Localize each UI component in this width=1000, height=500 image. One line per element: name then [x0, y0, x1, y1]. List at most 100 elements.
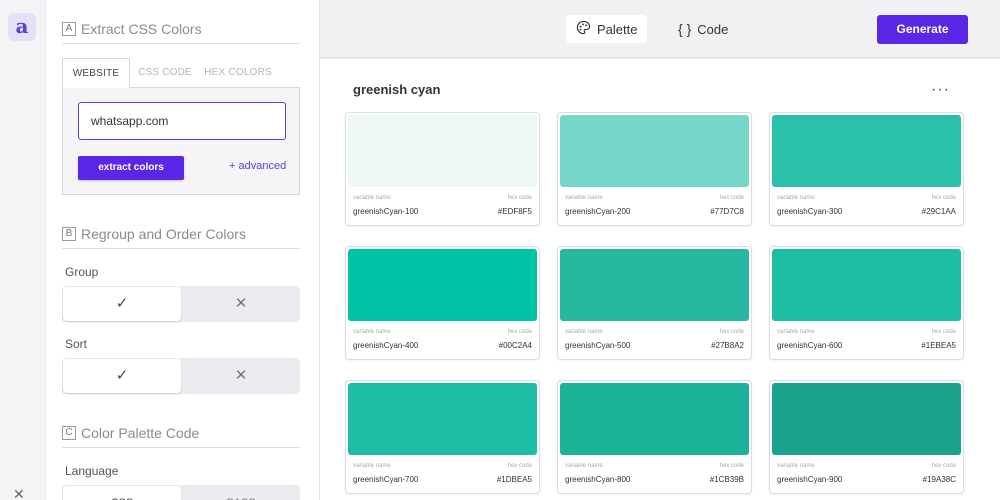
color-card[interactable]: variable name hex code greenishCyan-300 #29…	[769, 112, 964, 226]
tab-palette-label: Palette	[597, 21, 638, 37]
color-card[interactable]: variable name hex code greenishCyan-900 #19…	[769, 380, 964, 494]
variable-name[interactable]: greenishCyan-100	[353, 207, 418, 216]
sort-label: Sort	[65, 337, 88, 351]
hex-code-label: hex code	[719, 195, 744, 201]
group-yes-option[interactable]: ✓	[63, 287, 181, 321]
variable-name-label: variable name	[353, 463, 391, 469]
url-input[interactable]: whatsapp.com	[78, 102, 286, 140]
variable-name-label: variable name	[777, 195, 815, 201]
color-meta: variable name hex code greenishCyan-400 #00…	[348, 321, 537, 355]
left-rail: a ✕	[0, 0, 46, 500]
color-card[interactable]: variable name hex code greenishCyan-200 #77…	[557, 112, 752, 226]
sort-yes-option[interactable]: ✓	[63, 359, 181, 393]
close-icon: ✕	[234, 295, 248, 312]
check-icon: ✓	[115, 295, 129, 312]
hex-code[interactable]: #1EBEA5	[921, 341, 956, 350]
variable-name[interactable]: greenishCyan-600	[777, 341, 842, 350]
swatch-grid: variable name hex code greenishCyan-100 #ED…	[345, 112, 964, 494]
tab-hex-colors[interactable]: HEX COLORS	[202, 58, 274, 88]
hex-code-label: hex code	[507, 195, 532, 201]
color-swatch[interactable]	[348, 383, 537, 455]
variable-name[interactable]: greenishCyan-400	[353, 341, 418, 350]
variable-name[interactable]: greenishCyan-300	[777, 207, 842, 216]
variable-name[interactable]: greenishCyan-200	[565, 207, 630, 216]
hex-code[interactable]: #1CB39B	[710, 475, 744, 484]
hex-code-label: hex code	[507, 463, 532, 469]
color-swatch[interactable]	[348, 115, 537, 187]
app-logo[interactable]: a	[8, 13, 36, 41]
group-no-option[interactable]: ✕	[182, 286, 300, 322]
variable-name[interactable]: greenishCyan-700	[353, 475, 418, 484]
hex-code[interactable]: #19A38C	[923, 475, 956, 484]
color-swatch[interactable]	[772, 383, 961, 455]
color-meta: variable name hex code greenishCyan-600 #1E…	[772, 321, 961, 355]
sort-no-option[interactable]: ✕	[182, 358, 300, 394]
hex-code-label: hex code	[719, 329, 744, 335]
hex-code[interactable]: #1DBEA5	[497, 475, 532, 484]
sort-toggle: ✓ ✕	[62, 358, 300, 394]
hex-code-label: hex code	[719, 463, 744, 469]
tab-code-label: Code	[697, 21, 729, 37]
variable-name-label: variable name	[565, 463, 603, 469]
settings-panel: A Extract CSS Colors WEBSITE CSS CODE HE…	[46, 0, 320, 500]
language-toggle: CSS SASS	[62, 485, 300, 500]
generate-button[interactable]: Generate	[877, 15, 968, 44]
color-meta: variable name hex code greenishCyan-200 #77…	[560, 187, 749, 221]
color-card[interactable]: variable name hex code greenishCyan-500 #27…	[557, 246, 752, 360]
variable-name-label: variable name	[777, 463, 815, 469]
color-swatch[interactable]	[772, 115, 961, 187]
hex-code[interactable]: #00C2A4	[499, 341, 532, 350]
variable-name[interactable]: greenishCyan-500	[565, 341, 630, 350]
color-card[interactable]: variable name hex code greenishCyan-700 #1D…	[345, 380, 540, 494]
hex-code-label: hex code	[931, 195, 956, 201]
source-tabs: WEBSITE CSS CODE HEX COLORS whatsapp.com…	[62, 58, 300, 195]
color-card[interactable]: variable name hex code greenishCyan-600 #1E…	[769, 246, 964, 360]
extract-colors-button[interactable]: extract colors	[78, 156, 184, 180]
hex-code[interactable]: #29C1AA	[922, 207, 956, 216]
tab-palette[interactable]: Palette	[566, 15, 648, 43]
variable-name[interactable]: greenishCyan-900	[777, 475, 842, 484]
braces-icon: { }	[678, 21, 692, 37]
section-extract-header: A Extract CSS Colors	[62, 8, 300, 44]
color-meta: variable name hex code greenishCyan-800 #1C…	[560, 455, 749, 489]
color-swatch[interactable]	[560, 249, 749, 321]
more-options-icon[interactable]: ···	[931, 81, 950, 99]
language-css-option[interactable]: CSS	[63, 486, 181, 500]
color-card[interactable]: variable name hex code greenishCyan-800 #1C…	[557, 380, 752, 494]
section-title: Color Palette Code	[81, 424, 200, 441]
palette-title: greenish cyan	[353, 82, 441, 97]
advanced-link[interactable]: + advanced	[229, 160, 286, 172]
tab-website[interactable]: WEBSITE	[62, 58, 130, 88]
color-swatch[interactable]	[348, 249, 537, 321]
color-card[interactable]: variable name hex code greenishCyan-400 #00…	[345, 246, 540, 360]
tab-panel: whatsapp.com extract colors + advanced	[62, 87, 300, 195]
variable-name[interactable]: greenishCyan-800	[565, 475, 630, 484]
color-card[interactable]: variable name hex code greenishCyan-100 #ED…	[345, 112, 540, 226]
color-swatch[interactable]	[772, 249, 961, 321]
section-regroup-header: B Regroup and Order Colors	[62, 213, 300, 249]
section-title: Extract CSS Colors	[81, 20, 202, 37]
section-letter: C	[62, 425, 76, 440]
hex-code[interactable]: #27B8A2	[711, 341, 744, 350]
hex-code[interactable]: #EDF8F5	[498, 207, 532, 216]
hex-code[interactable]: #77D7C8	[710, 207, 744, 216]
color-swatch[interactable]	[560, 383, 749, 455]
color-meta: variable name hex code greenishCyan-100 #ED…	[348, 187, 537, 221]
hex-code-label: hex code	[507, 329, 532, 335]
section-title: Regroup and Order Colors	[81, 225, 246, 242]
hex-code-label: hex code	[931, 463, 956, 469]
color-meta: variable name hex code greenishCyan-300 #29…	[772, 187, 961, 221]
tab-code[interactable]: { } Code	[668, 15, 738, 43]
variable-name-label: variable name	[565, 195, 603, 201]
color-swatch[interactable]	[560, 115, 749, 187]
section-code-header: C Color Palette Code	[62, 412, 300, 448]
color-meta: variable name hex code greenishCyan-700 #1D…	[348, 455, 537, 489]
tab-css-code[interactable]: CSS CODE	[132, 58, 198, 88]
section-letter: B	[62, 226, 76, 241]
top-bar: Palette { } Code Generate	[320, 0, 1000, 58]
collapse-icon[interactable]: ✕	[13, 486, 25, 500]
section-letter: A	[62, 21, 76, 36]
variable-name-label: variable name	[353, 329, 391, 335]
language-sass-option[interactable]: SASS	[182, 485, 300, 500]
color-meta: variable name hex code greenishCyan-900 #19…	[772, 455, 961, 489]
